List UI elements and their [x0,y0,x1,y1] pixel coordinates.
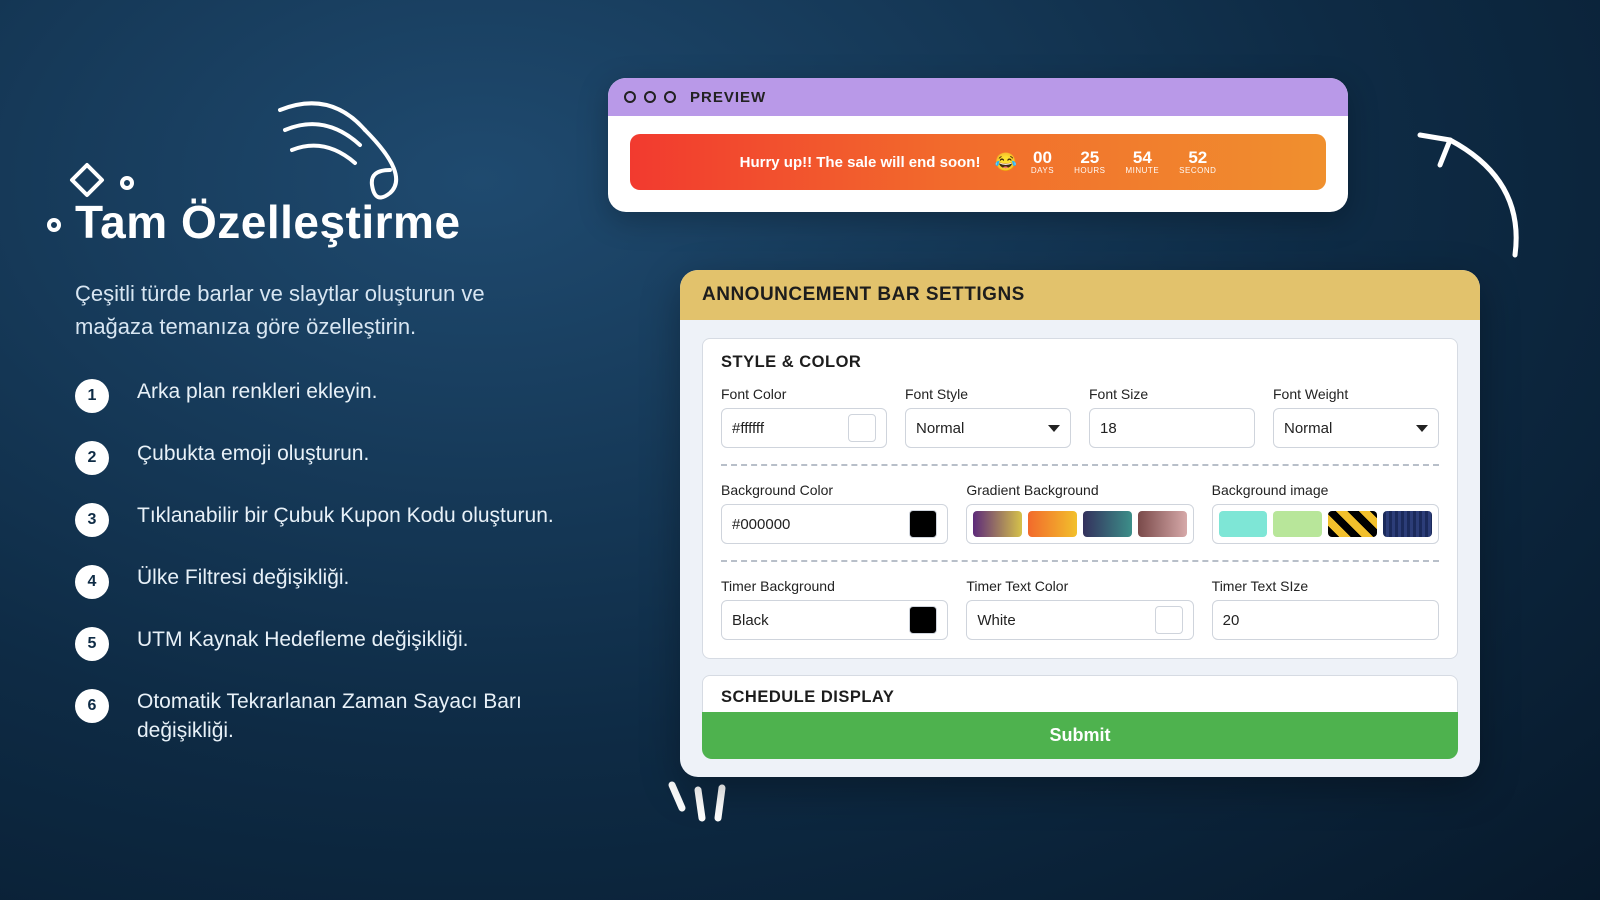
gradient-option[interactable] [1083,511,1132,537]
timer-hours: 25HOURS [1074,149,1105,175]
timer-background-label: Timer Background [721,578,948,594]
divider [721,464,1439,466]
gradient-option[interactable] [1138,511,1187,537]
page-subtitle: Çeşitli türde barlar ve slaytlar oluştur… [75,277,555,343]
gradient-options [966,504,1193,544]
timer-second: 52SECOND [1179,149,1216,175]
feature-number: 2 [75,441,109,475]
window-dots-icon [624,91,676,103]
timer-background-field: Timer Background Black [721,578,948,640]
page-title: Tam Özelleştirme [75,195,555,249]
font-color-field: Font Color #ffffff [721,386,887,448]
settings-body: STYLE & COLOR Font Color #ffffff Font St… [680,320,1480,777]
style-color-panel: STYLE & COLOR Font Color #ffffff Font St… [702,338,1458,659]
bg-image-option[interactable] [1273,511,1322,537]
font-color-label: Font Color [721,386,887,402]
gradient-background-field: Gradient Background [966,482,1193,544]
doodle-marks-bottom [660,770,750,845]
background-color-swatch[interactable] [909,510,937,538]
settings-title: ANNOUNCEMENT BAR SETTIGNS [680,270,1480,320]
submit-button[interactable]: Submit [702,712,1458,759]
timer-text-color-input[interactable]: White [966,600,1193,640]
background-color-label: Background Color [721,482,948,498]
feature-item: 4 Ülke Filtresi değişikliği. [75,563,555,599]
font-style-field: Font Style Normal [905,386,1071,448]
feature-number: 5 [75,627,109,661]
timer-minute: 54MINUTE [1125,149,1159,175]
feature-text: Otomatik Tekrarlanan Zaman Sayacı Barı d… [137,687,555,746]
feature-number: 6 [75,689,109,723]
gradient-option[interactable] [973,511,1022,537]
font-size-input[interactable]: 18 [1089,408,1255,448]
font-style-select[interactable]: Normal [905,408,1071,448]
background-color-input[interactable]: #000000 [721,504,948,544]
divider [721,560,1439,562]
feature-text: Çubukta emoji oluşturun. [137,439,369,468]
banner-message: Hurry up!! The sale will end soon! [740,154,981,171]
font-size-field: Font Size 18 [1089,386,1255,448]
feature-item: 5 UTM Kaynak Hedefleme değişikliği. [75,625,555,661]
timer-text-color-field: Timer Text Color White [966,578,1193,640]
timer-days: 00DAYS [1031,149,1054,175]
font-style-label: Font Style [905,386,1071,402]
bg-image-option[interactable] [1328,511,1377,537]
background-image-label: Background image [1212,482,1439,498]
background-color-field: Background Color #000000 [721,482,948,544]
banner-emoji-icon: 😂 [994,152,1016,173]
feature-number: 1 [75,379,109,413]
font-size-label: Font Size [1089,386,1255,402]
style-color-heading: STYLE & COLOR [721,353,1439,372]
timer-text-color-label: Timer Text Color [966,578,1193,594]
background-image-options [1212,504,1439,544]
bg-image-option[interactable] [1383,511,1432,537]
feature-text: Tıklanabilir bir Çubuk Kupon Kodu oluştu… [137,501,554,530]
settings-card: ANNOUNCEMENT BAR SETTIGNS STYLE & COLOR … [680,270,1480,777]
font-weight-select[interactable]: Normal [1273,408,1439,448]
font-weight-label: Font Weight [1273,386,1439,402]
bg-image-option[interactable] [1219,511,1268,537]
feature-item: 6 Otomatik Tekrarlanan Zaman Sayacı Barı … [75,687,555,746]
font-color-swatch[interactable] [848,414,876,442]
schedule-display-panel: SCHEDULE DISPLAY [702,675,1458,714]
feature-item: 2 Çubukta emoji oluşturun. [75,439,555,475]
schedule-display-heading: SCHEDULE DISPLAY [721,688,1439,707]
timer-background-swatch[interactable] [909,606,937,634]
timer-text-size-label: Timer Text SIze [1212,578,1439,594]
chevron-down-icon [1048,425,1060,432]
preview-body: Hurry up!! The sale will end soon! 😂 00D… [608,116,1348,212]
chevron-down-icon [1416,425,1428,432]
announcement-banner: Hurry up!! The sale will end soon! 😂 00D… [630,134,1326,190]
feature-list: 1 Arka plan renkleri ekleyin. 2 Çubukta em… [75,377,555,746]
feature-text: UTM Kaynak Hedefleme değişikliği. [137,625,468,654]
background-image-field: Background image [1212,482,1439,544]
font-color-input[interactable]: #ffffff [721,408,887,448]
timer-text-size-input[interactable]: 20 [1212,600,1439,640]
gradient-option[interactable] [1028,511,1077,537]
feature-item: 3 Tıklanabilir bir Çubuk Kupon Kodu oluşt… [75,501,555,537]
preview-header: PREVIEW [608,78,1348,116]
gradient-background-label: Gradient Background [966,482,1193,498]
feature-number: 3 [75,503,109,537]
feature-number: 4 [75,565,109,599]
doodle-swirl-top [270,85,440,210]
feature-item: 1 Arka plan renkleri ekleyin. [75,377,555,413]
timer-text-size-field: Timer Text SIze 20 [1212,578,1439,640]
left-column: Tam Özelleştirme Çeşitli türde barlar ve… [75,195,555,772]
doodle-arrow-right [1405,125,1535,270]
preview-card: PREVIEW Hurry up!! The sale will end soo… [608,78,1348,212]
preview-label: PREVIEW [690,89,766,106]
timer-background-input[interactable]: Black [721,600,948,640]
banner-timer: 00DAYS 25HOURS 54MINUTE 52SECOND [1031,149,1217,175]
timer-text-color-swatch[interactable] [1155,606,1183,634]
font-weight-field: Font Weight Normal [1273,386,1439,448]
feature-text: Arka plan renkleri ekleyin. [137,377,377,406]
feature-text: Ülke Filtresi değişikliği. [137,563,349,592]
